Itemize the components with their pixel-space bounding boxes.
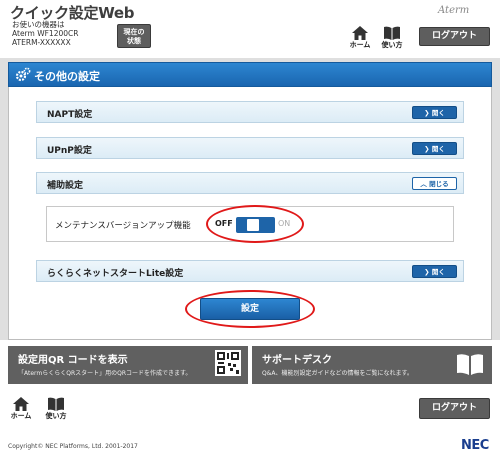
highlight-circle-toggle [206,205,304,243]
upnp-open-button[interactable]: ❯ 開く [412,142,457,155]
current-status-button[interactable]: 現在の 状態 [117,24,151,48]
guide-button[interactable]: 使い方 [380,26,404,50]
home-icon [13,397,29,411]
gear-icon [15,67,31,82]
book-icon [48,397,64,411]
support-tile-description: Q&A、機能別設定ガイドなどの情報をご覧になれます。 [262,370,413,377]
section-napt[interactable]: NAPT設定 ❯ 開く [36,101,464,123]
device-model: Aterm WF1200CR [12,29,79,38]
chevron-up-icon: ︿ [420,180,430,188]
book-icon [457,354,483,375]
book-icon [384,26,400,40]
section-easy-net-start[interactable]: らくらくネットスタートLite設定 ❯ 開く [36,260,464,282]
chevron-down-icon: ❯ [424,145,432,153]
home-icon [352,26,368,40]
support-desk-tile[interactable]: サポートデスク Q&A、機能別設定ガイドなどの情報をご覧になれます。 [252,346,492,384]
qr-tile-title: 設定用QR コードを表示 [18,355,128,366]
qr-tile-description: 「AtermらくらくQRスタート」用のQRコードを作成できます。 [18,370,192,377]
device-ssid: ATERM-XXXXXX [12,38,71,47]
aterm-logo: Aterm [438,5,470,16]
device-label: お使いの機器は [12,20,65,29]
home-button[interactable]: ホーム [349,26,371,50]
page-title: その他の設定 [34,70,100,83]
nec-logo: NEC [461,438,489,453]
footer-home-button[interactable]: ホーム [10,397,32,421]
device-info: お使いの機器は Aterm WF1200CR ATERM-XXXXXX [12,20,78,47]
auxiliary-close-button[interactable]: ︿ 閉じる [412,177,457,190]
copyright-text: Copyright© NEC Platforms, Ltd. 2001-2017 [8,443,138,450]
napt-open-button[interactable]: ❯ 開く [412,106,457,119]
easy-net-start-open-button[interactable]: ❯ 開く [412,265,457,278]
page-title-bar: その他の設定 [8,62,492,87]
chevron-down-icon: ❯ [424,268,432,276]
chevron-down-icon: ❯ [424,109,432,117]
highlight-circle-submit [185,290,315,328]
section-label: UPnP設定 [47,146,92,156]
header: クイック設定Web お使いの機器は Aterm WF1200CR ATERM-X… [0,0,500,58]
section-label: NAPT設定 [47,110,93,120]
quick-settings-page: クイック設定Web お使いの機器は Aterm WF1200CR ATERM-X… [0,0,500,463]
support-tile-title: サポートデスク [262,355,332,366]
qr-code-icon [215,350,241,376]
qr-code-tile[interactable]: 設定用QR コードを表示 「AtermらくらくQRスタート」用のQRコードを作成… [8,346,248,384]
section-upnp[interactable]: UPnP設定 ❯ 開く [36,137,464,159]
logout-button[interactable]: ログアウト [419,27,490,46]
section-auxiliary[interactable]: 補助設定 ︿ 閉じる [36,172,464,194]
section-label: らくらくネットスタートLite設定 [47,269,184,279]
footer-guide-button[interactable]: 使い方 [44,397,68,421]
section-label: 補助設定 [47,181,84,191]
footer-logout-button[interactable]: ログアウト [419,398,490,419]
maintenance-update-label: メンテナンスバージョンアップ機能 [55,221,191,231]
